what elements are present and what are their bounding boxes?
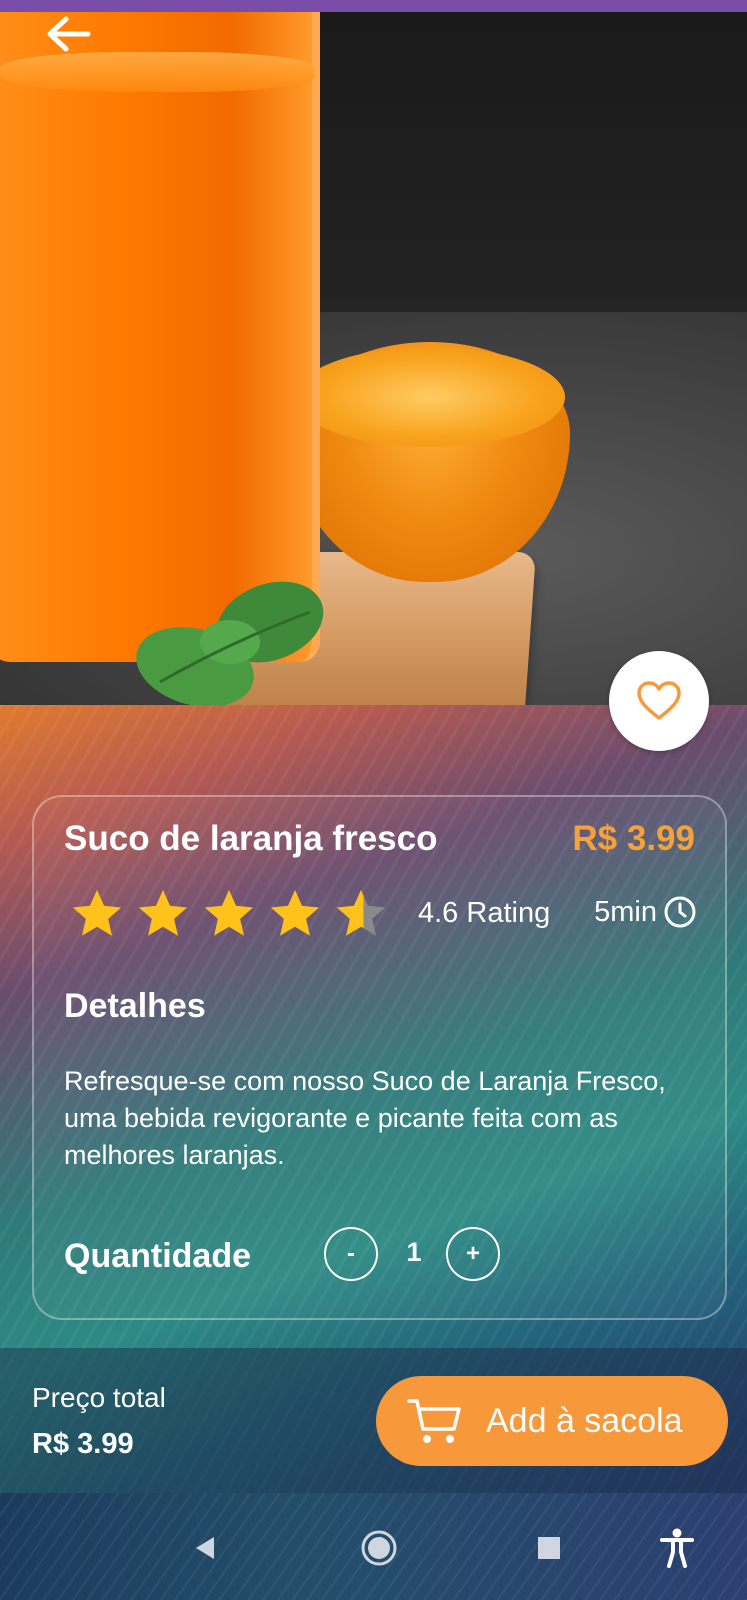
mint-leaves [136, 581, 324, 705]
back-button[interactable] [42, 14, 94, 54]
system-nav-bar [0, 1493, 747, 1600]
product-name: Suco de laranja fresco [64, 819, 438, 858]
triangle-back-icon [196, 1537, 214, 1559]
star-icon [138, 889, 188, 936]
quantity-increase-button[interactable]: + [446, 1227, 500, 1281]
star-icon [72, 889, 122, 936]
favorite-button[interactable] [609, 651, 709, 751]
circle-home-icon [361, 1530, 397, 1566]
heart-outline-icon [637, 681, 681, 720]
star-icon [204, 889, 254, 936]
quantity-label: Quantidade [64, 1237, 252, 1275]
arrow-left-icon [47, 16, 91, 52]
add-to-bag-label: Add à sacola [486, 1401, 683, 1440]
product-price: R$ 3.99 [572, 819, 695, 858]
status-bar [0, 0, 747, 12]
prep-time-text: 5min [594, 895, 657, 928]
quantity-decrease-button[interactable]: - [324, 1227, 378, 1281]
juice-glass [0, 12, 320, 662]
rating-text: 4.6 Rating [418, 897, 551, 929]
product-image [0, 12, 747, 705]
checkout-bar: Preço total R$ 3.99 Add à sacola [0, 1348, 747, 1493]
product-card: Suco de laranja fresco R$ 3.99 4.6 Ratin… [32, 795, 727, 1320]
accessibility-icon [660, 1528, 694, 1568]
prep-time: 5min [594, 895, 697, 929]
clock-icon [664, 896, 696, 928]
nav-recents-button[interactable] [524, 1523, 574, 1573]
total-price-label: Preço total [32, 1382, 166, 1413]
square-recents-icon [538, 1537, 560, 1559]
nav-accessibility-button[interactable] [652, 1523, 702, 1573]
rating-stars [68, 885, 390, 943]
quantity-value: 1 [406, 1237, 422, 1267]
nav-back-button[interactable] [180, 1523, 230, 1573]
details-title: Detalhes [64, 987, 206, 1025]
add-to-bag-button[interactable]: Add à sacola [376, 1376, 728, 1466]
star-icon [270, 889, 320, 936]
nav-home-button[interactable] [354, 1523, 404, 1573]
details-description: Refresque-se com nosso Suco de Laranja F… [64, 1066, 666, 1170]
total-price-value: R$ 3.99 [32, 1428, 134, 1460]
cart-icon [407, 1399, 461, 1443]
star-half-icon [336, 889, 386, 936]
